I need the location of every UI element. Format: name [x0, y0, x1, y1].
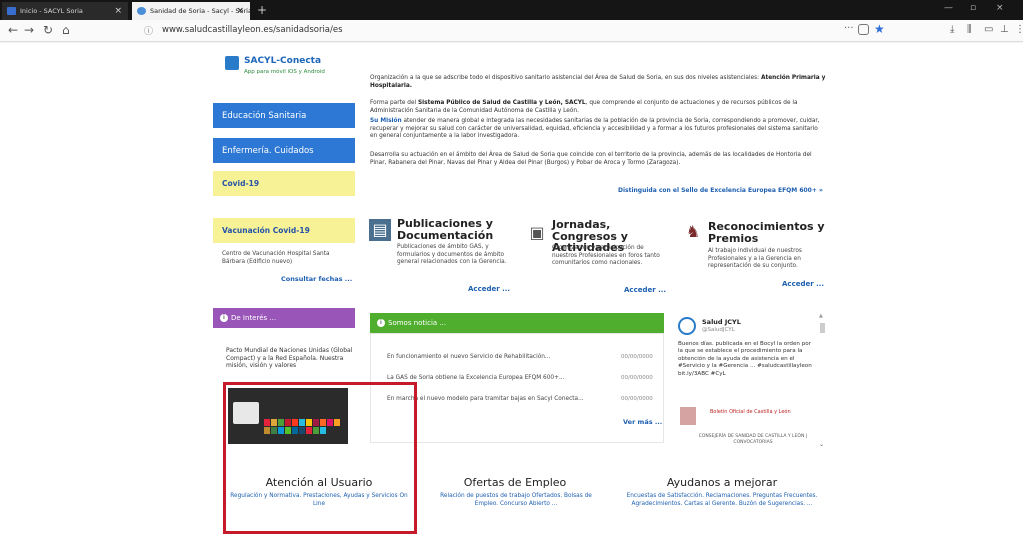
- scrollbar-thumb[interactable]: [820, 323, 825, 333]
- menu-icon[interactable]: ⋮: [1015, 24, 1023, 35]
- sidebar-button-educacion-sanitaria[interactable]: Educación Sanitaria: [213, 103, 355, 128]
- news-item[interactable]: En marcha el nuevo modelo para tramitar …: [387, 396, 584, 402]
- close-tab-icon[interactable]: ×: [114, 2, 122, 20]
- forward-arrow-icon[interactable]: →: [24, 23, 34, 37]
- feature-link-publicaciones[interactable]: Acceder ...: [468, 285, 510, 293]
- app-promo-title[interactable]: SACYL-Conecta: [244, 56, 321, 66]
- de-interes-header[interactable]: i De Interés ...: [213, 308, 355, 328]
- sacyl-favicon: [7, 7, 16, 15]
- consultar-fechas-link[interactable]: Consultar fechas ...: [281, 275, 352, 283]
- sidebar-button-vacunacion-covid-19[interactable]: Vacunación Covid-19: [213, 218, 355, 243]
- chevron-down-icon[interactable]: ⌄: [819, 441, 824, 448]
- tweet-text: Buenos días. publicada en el Bocyl la or…: [678, 341, 812, 377]
- download-icon[interactable]: ⤓: [950, 24, 954, 35]
- atencion-usuario-links[interactable]: Regulación y Normativa. Prestaciones, Ay…: [226, 493, 412, 508]
- sdg-tiles: [264, 419, 344, 434]
- feature-link-reconocimientos[interactable]: Acceder ...: [782, 280, 824, 288]
- efqm-award-link[interactable]: Distinguida con el Sello de Excelencia E…: [618, 187, 823, 194]
- tweet-author-name[interactable]: Salud JCYL: [702, 318, 741, 326]
- news-item[interactable]: La GAS de Soria obtiene la Excelencia Eu…: [387, 375, 565, 381]
- global-compact-image[interactable]: [228, 388, 348, 444]
- tab-label: Sanidad de Soria - Sacyl - Soria: [150, 7, 250, 15]
- sidebar-button-enfermeria-cuidados[interactable]: Enfermería. Cuidados: [213, 138, 355, 163]
- feature-title-reconocimientos[interactable]: Reconocimientos y Premios: [708, 221, 826, 244]
- news-item[interactable]: En funcionamiento el nuevo Servicio de R…: [387, 354, 550, 360]
- global-compact-logo: [233, 402, 259, 424]
- salud-jcyl-avatar[interactable]: [678, 317, 696, 335]
- info-icon: i: [377, 319, 385, 327]
- sacyl-conecta-logo[interactable]: [225, 56, 239, 70]
- extension-icon[interactable]: ⊥: [1000, 24, 1009, 35]
- feature-desc-publicaciones: Publicaciones de ámbito GAS, y formulari…: [397, 244, 507, 265]
- browser-tab-sanidad-soria[interactable]: Sanidad de Soria - Sacyl - Soria ×: [132, 2, 250, 20]
- vaccination-center-note: Centro de Vacunación Hospital Santa Bárb…: [222, 251, 330, 265]
- url-text[interactable]: www.saludcastillayleon.es/sanidadsoria/e…: [162, 25, 343, 35]
- back-arrow-icon[interactable]: ←: [8, 23, 18, 37]
- somos-noticia-header[interactable]: i Somos noticia ...: [370, 313, 664, 333]
- plus-icon[interactable]: +: [254, 2, 270, 18]
- info-icon: i: [220, 314, 228, 322]
- conference-icon[interactable]: ▣: [526, 222, 548, 244]
- home-icon[interactable]: ⌂: [62, 23, 70, 37]
- documents-icon[interactable]: ▤: [369, 219, 391, 241]
- globe-favicon: [137, 7, 146, 15]
- maximize-icon[interactable]: ▫: [970, 3, 976, 13]
- de-interes-text[interactable]: Pacto Mundial de Naciones Unidas (Global…: [226, 347, 354, 370]
- browser-toolbar: ← → ↻ ⌂ ⓘ www.saludcastillayleon.es/sani…: [0, 20, 1023, 42]
- intro-paragraph-4: Desarrolla su actuación en el ámbito del…: [370, 152, 812, 166]
- intro-paragraph-3: Su Misión atender de manera global e int…: [370, 118, 820, 140]
- ayudanos-mejorar-title[interactable]: Ayudanos a mejorar: [632, 476, 812, 489]
- twitter-timeline[interactable]: Salud JCYL @SaludJCYL Buenos días. publi…: [676, 313, 830, 453]
- scroll-up-icon[interactable]: ▲: [819, 313, 823, 319]
- ver-mas-link[interactable]: Ver más ...: [623, 418, 662, 426]
- intro-paragraph-2: Forma parte del Sistema Público de Salud…: [370, 100, 798, 114]
- tweet-image-thumb[interactable]: [680, 407, 696, 425]
- info-icon[interactable]: ⓘ: [144, 24, 153, 37]
- news-date: 00/00/0000: [621, 396, 653, 402]
- browser-tab-bar: Inicio - SACYL Soria × Sanidad de Soria …: [0, 0, 1023, 20]
- sidebar-button-covid-19[interactable]: Covid-19: [213, 171, 355, 196]
- tweet-scrollbar[interactable]: ▲ ⌄: [819, 313, 825, 448]
- feature-title-publicaciones[interactable]: Publicaciones y Documentación: [397, 218, 512, 241]
- feature-desc-jornadas: Organización y participación de nuestros…: [552, 245, 660, 266]
- address-bar[interactable]: ⓘ www.saludcastillayleon.es/sanidadsoria…: [140, 22, 892, 39]
- feature-link-jornadas[interactable]: Acceder ...: [624, 286, 666, 294]
- atencion-usuario-title[interactable]: Atención al Usuario: [226, 476, 412, 489]
- minimize-icon[interactable]: —: [944, 3, 953, 13]
- news-date: 00/00/0000: [621, 354, 653, 360]
- ofertas-empleo-title[interactable]: Ofertas de Empleo: [440, 476, 590, 489]
- library-icon[interactable]: ⫼: [967, 24, 972, 35]
- ofertas-empleo-links[interactable]: Relación de puestos de trabajo Ofertados…: [428, 493, 604, 508]
- tweet-card-caption: CONSEJERÍA DE SANIDAD DE CASTILLA Y LEÓN…: [698, 434, 808, 445]
- ayudanos-mejorar-links[interactable]: Encuestas de Satisfacción. Reclamaciones…: [624, 493, 820, 508]
- tab-label: Inicio - SACYL Soria: [20, 7, 83, 15]
- news-list: En funcionamiento el nuevo Servicio de R…: [370, 333, 664, 443]
- page-actions-icon[interactable]: ···: [844, 23, 854, 34]
- pocket-icon[interactable]: [858, 24, 869, 35]
- bookmark-star-icon[interactable]: ★: [874, 22, 885, 36]
- feature-desc-reconocimientos: Al trabajo individual de nuestros Profes…: [708, 248, 802, 269]
- app-promo-subtitle: App para móvil iOS y Android: [244, 69, 325, 75]
- web-page: SACYL-Conecta App para móvil iOS y Andro…: [0, 43, 1023, 534]
- news-date: 00/00/0000: [621, 375, 653, 381]
- tweet-author-handle[interactable]: @SaludJCYL: [702, 327, 735, 333]
- intro-paragraph-1: Organización a la que se adscribe todo e…: [370, 75, 826, 89]
- close-window-icon[interactable]: ×: [996, 3, 1004, 13]
- close-tab-icon[interactable]: ×: [236, 2, 244, 20]
- award-icon[interactable]: ♞: [682, 221, 704, 243]
- bocyl-heading: Boletín Oficial de Castilla y León: [710, 409, 791, 415]
- sidebar-icon[interactable]: ▭: [984, 24, 993, 35]
- reload-icon[interactable]: ↻: [43, 23, 53, 37]
- browser-tab-inicio[interactable]: Inicio - SACYL Soria ×: [2, 2, 128, 20]
